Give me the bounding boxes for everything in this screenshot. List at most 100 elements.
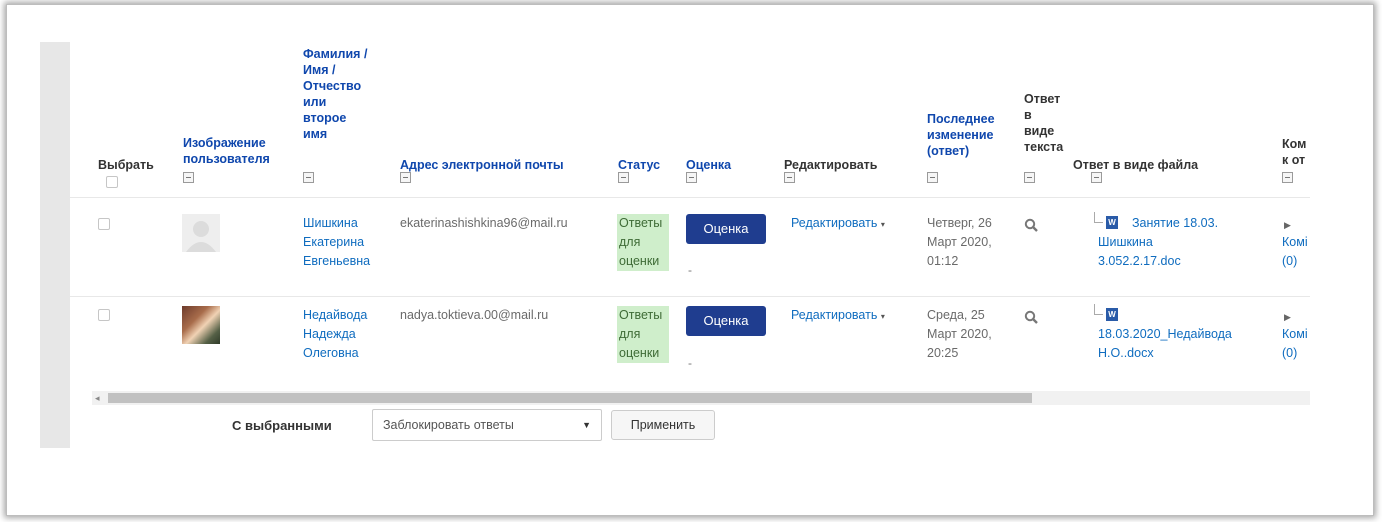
caret-down-icon: ▾ xyxy=(880,220,885,229)
apply-button[interactable]: Применить xyxy=(611,410,715,440)
collapse-email-column-icon[interactable] xyxy=(400,172,411,183)
student-name-line: Евгеньевна xyxy=(303,254,371,268)
student-email: ekaterinashishkina96@mail.ru xyxy=(400,216,568,230)
header-image[interactable]: Изображение пользователя xyxy=(183,135,270,167)
status-badge: Ответы для оценки xyxy=(617,306,669,363)
header-text-answer-line1: Ответ xyxy=(1024,92,1061,106)
file-name-line: Занятие 18.03. xyxy=(1132,216,1219,230)
status-badge: Ответы для оценки xyxy=(617,214,669,271)
collapse-modified-column-icon[interactable] xyxy=(927,172,938,183)
status-line: Ответы xyxy=(619,216,663,230)
header-text-answer-line2: в xyxy=(1024,108,1032,122)
last-modified-line: Март 2020, xyxy=(927,235,992,249)
header-text-answer: Ответ в виде текста xyxy=(1024,91,1063,155)
header-grade[interactable]: Оценка xyxy=(686,157,731,173)
header-name-line2: Имя / xyxy=(303,63,336,77)
collapse-name-column-icon[interactable] xyxy=(303,172,314,183)
comments-line: (0) xyxy=(1282,254,1298,268)
expand-triangle-icon[interactable]: ▶ xyxy=(1284,220,1291,231)
row-divider xyxy=(70,296,1310,297)
collapse-image-column-icon[interactable] xyxy=(183,172,194,183)
collapse-edit-column-icon[interactable] xyxy=(784,172,795,183)
collapse-comments-column-icon[interactable] xyxy=(1282,172,1293,183)
last-modified-line: Март 2020, xyxy=(927,327,992,341)
edit-menu-label: Редактировать xyxy=(791,216,878,230)
header-modified-line3: (ответ) xyxy=(927,144,970,158)
student-name-line: Олеговна xyxy=(303,346,359,360)
header-modified[interactable]: Последнее изменение (ответ) xyxy=(927,111,995,159)
status-line: Ответы xyxy=(619,308,663,322)
header-text-answer-line3: виде xyxy=(1024,124,1055,138)
file-name-line: Шишкина xyxy=(1098,235,1153,249)
bulk-action-value: Заблокировать ответы xyxy=(383,418,514,432)
header-comments: Ком к от xyxy=(1282,136,1306,168)
grade-button[interactable]: Оценка xyxy=(686,306,766,336)
header-select: Выбрать xyxy=(98,158,154,172)
collapse-text-answer-column-icon[interactable] xyxy=(1024,172,1035,183)
search-icon[interactable] xyxy=(1024,218,1038,232)
header-name-line6: имя xyxy=(303,127,328,141)
left-gutter xyxy=(40,42,70,448)
submitted-file-link[interactable]: 18.03.2020_Недайвода Н.О..docx xyxy=(1098,325,1232,363)
header-modified-line1: Последнее xyxy=(927,112,995,126)
comments-line: Комі xyxy=(1282,235,1308,249)
grade-value: - xyxy=(688,356,692,370)
student-name-link[interactable]: Недайвода Надежда Олеговна xyxy=(303,306,367,363)
edit-menu[interactable]: Редактировать ▾ xyxy=(791,306,885,326)
header-file-answer: Ответ в виде файла xyxy=(1073,158,1199,172)
student-email: nadya.toktieva.00@mail.ru xyxy=(400,308,549,322)
header-edit: Редактировать xyxy=(784,158,878,172)
collapse-file-answer-column-icon[interactable] xyxy=(1091,172,1102,183)
header-email[interactable]: Адрес электронной почты xyxy=(400,157,564,173)
student-name-line: Екатерина xyxy=(303,235,365,249)
header-name[interactable]: Фамилия / Имя / Отчество или второе имя xyxy=(303,46,367,142)
last-modified: Среда, 25 Март 2020, 20:25 xyxy=(927,306,992,363)
bulk-action-select[interactable]: Заблокировать ответы ▼ xyxy=(372,409,602,441)
student-name-line: Шишкина xyxy=(303,216,358,230)
search-icon[interactable] xyxy=(1024,310,1038,324)
header-status[interactable]: Статус xyxy=(618,157,660,173)
scrollbar-thumb[interactable] xyxy=(108,393,1032,403)
student-name-link[interactable]: Шишкина Екатерина Евгеньевна xyxy=(303,214,370,271)
student-name-line: Недайвода xyxy=(303,308,368,322)
header-name-line1: Фамилия / xyxy=(303,47,368,61)
header-name-line4: или xyxy=(303,95,327,109)
comments-line: (0) xyxy=(1282,346,1298,360)
header-name-line3: Отчество xyxy=(303,79,362,93)
header-image-line2: пользователя xyxy=(183,152,270,166)
user-silhouette-icon xyxy=(186,221,216,252)
status-line: для xyxy=(619,327,641,341)
status-line: для xyxy=(619,235,641,249)
collapse-status-column-icon[interactable] xyxy=(618,172,629,183)
avatar xyxy=(182,214,220,252)
dropdown-caret-icon: ▼ xyxy=(582,420,591,430)
file-name-line: Н.О..docx xyxy=(1098,346,1154,360)
collapse-grade-column-icon[interactable] xyxy=(686,172,697,183)
header-divider xyxy=(70,197,1310,198)
avatar xyxy=(182,306,220,344)
expand-triangle-icon[interactable]: ▶ xyxy=(1284,312,1291,323)
select-all-checkbox[interactable] xyxy=(106,176,118,188)
comments-line: Комі xyxy=(1282,327,1308,341)
with-selected-label: С выбранными xyxy=(232,418,332,433)
status-line: оценки xyxy=(619,346,660,360)
scroll-left-arrow-icon[interactable]: ◂ xyxy=(95,391,100,405)
edit-menu-label: Редактировать xyxy=(791,308,878,322)
grade-button[interactable]: Оценка xyxy=(686,214,766,244)
last-modified-line: 20:25 xyxy=(927,346,959,360)
edit-menu[interactable]: Редактировать ▾ xyxy=(791,214,885,234)
comments-link[interactable]: Комі (0) xyxy=(1282,233,1308,271)
header-image-line1: Изображение xyxy=(183,136,266,150)
status-line: оценки xyxy=(619,254,660,268)
horizontal-scrollbar[interactable]: ◂ xyxy=(92,391,1310,405)
file-name-line: 18.03.2020_Недайвода xyxy=(1098,327,1232,341)
word-document-icon: W xyxy=(1106,308,1118,321)
submitted-file-link[interactable]: Занятие 18.03. Шишкина 3.052.2.17.doc xyxy=(1098,214,1218,271)
header-modified-line2: изменение xyxy=(927,128,994,142)
comments-link[interactable]: Комі (0) xyxy=(1282,325,1308,363)
last-modified-line: Среда, 25 xyxy=(927,308,985,322)
header-comments-line1: Ком xyxy=(1282,137,1307,151)
row-select-checkbox[interactable] xyxy=(98,309,110,321)
row-select-checkbox[interactable] xyxy=(98,218,110,230)
caret-down-icon: ▾ xyxy=(880,312,885,321)
